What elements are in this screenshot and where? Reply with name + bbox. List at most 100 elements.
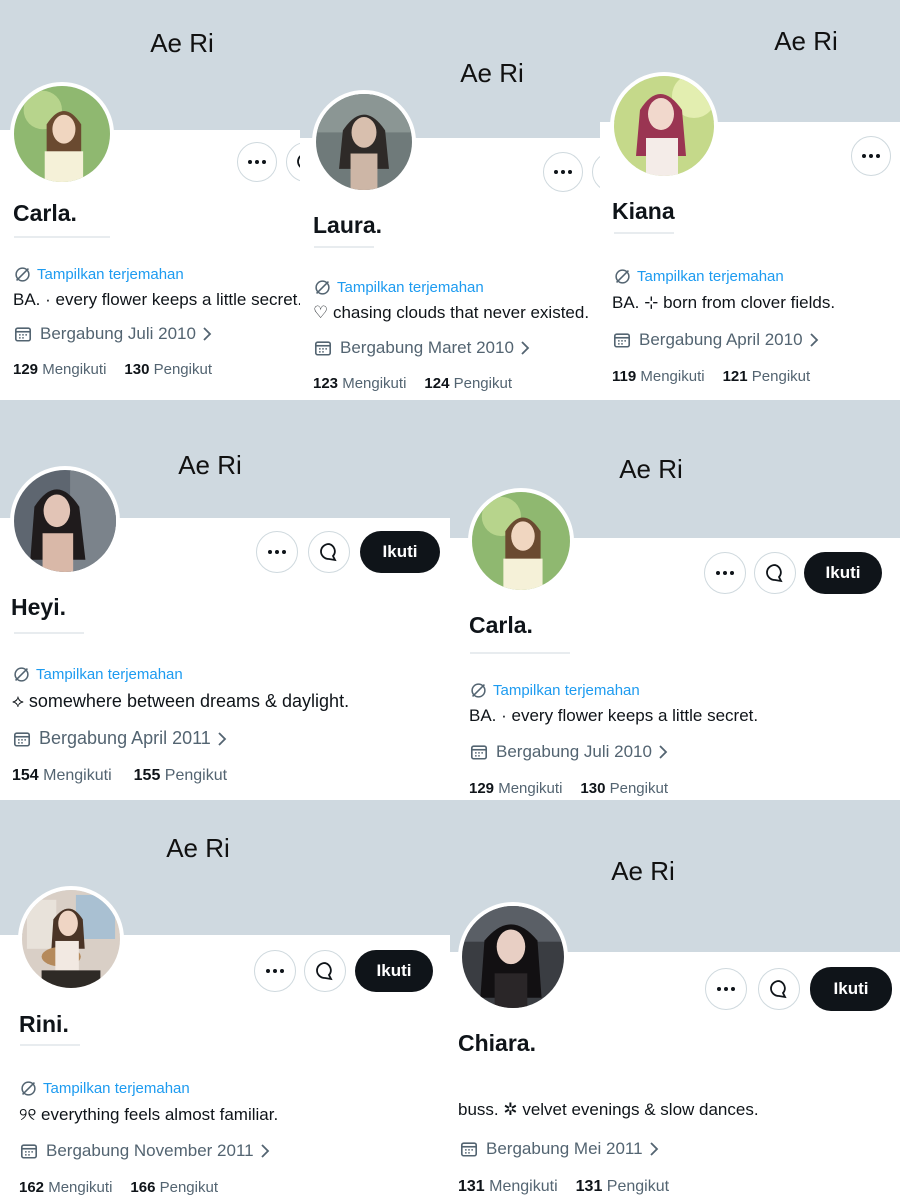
joined-date[interactable]: Bergabung November 2011	[20, 1141, 270, 1161]
message-button[interactable]	[758, 968, 800, 1010]
following-count: 131	[458, 1178, 485, 1195]
translate-link[interactable]: Tampilkan terjemahan	[470, 682, 640, 699]
handle-placeholder	[14, 632, 84, 634]
translate-label: Tampilkan terjemahan	[637, 268, 784, 285]
following-label: Mengikuti	[640, 368, 705, 385]
joined-date[interactable]: Bergabung Juli 2010	[470, 742, 668, 762]
follow-button[interactable]: Ikuti	[804, 552, 882, 594]
followers-link[interactable]: 124 Pengikut	[424, 375, 512, 392]
avatar[interactable]	[312, 90, 416, 194]
translate-link[interactable]: Tampilkan terjemahan	[14, 266, 184, 283]
more-button[interactable]	[256, 531, 298, 573]
followers-link[interactable]: 166 Pengikut	[130, 1179, 218, 1196]
translate-link[interactable]: Tampilkan terjemahan	[13, 666, 183, 683]
calendar-icon	[14, 327, 32, 342]
more-button[interactable]	[254, 950, 296, 992]
follow-button[interactable]: Ikuti	[360, 531, 440, 573]
following-count: 119	[612, 368, 637, 385]
message-button[interactable]	[308, 531, 350, 573]
followers-link[interactable]: 155 Pengikut	[134, 767, 227, 784]
avatar[interactable]	[18, 886, 124, 992]
more-button[interactable]	[704, 552, 746, 594]
following-count: 123	[313, 375, 339, 392]
handle-placeholder	[314, 246, 374, 248]
more-button[interactable]	[237, 142, 277, 182]
chevron-right-icon	[649, 1142, 658, 1156]
message-button[interactable]	[304, 950, 346, 992]
follow-stats: 131 Mengikuti 131 Pengikut	[458, 1178, 669, 1196]
banner-title: Ae Ri	[166, 833, 230, 863]
message-button[interactable]	[286, 142, 300, 182]
profile-bio: buss. ✲ velvet evenings & slow dances.	[458, 1100, 759, 1119]
following-link[interactable]: 119 Mengikuti	[612, 368, 705, 385]
message-icon	[320, 543, 337, 562]
profile-bio: ♡ chasing clouds that never existed.	[313, 303, 590, 322]
message-button[interactable]	[592, 152, 600, 192]
more-button[interactable]	[705, 968, 747, 1010]
chevron-right-icon	[521, 341, 530, 355]
joined-date[interactable]: Bergabung Mei 2011	[460, 1139, 659, 1159]
following-link[interactable]: 123 Mengikuti	[313, 375, 406, 392]
joined-date[interactable]: Bergabung Maret 2010	[314, 338, 530, 358]
followers-label: Pengikut	[609, 780, 668, 797]
profile-bio: BA. · every flower keeps a little secret…	[469, 706, 759, 725]
followers-link[interactable]: 130 Pengikut	[124, 361, 212, 378]
translate-link[interactable]: Tampilkan terjemahan	[614, 268, 784, 285]
avatar[interactable]	[610, 72, 718, 180]
calendar-icon	[20, 1144, 38, 1159]
following-label: Mengikuti	[43, 767, 112, 784]
following-count: 154	[12, 767, 39, 784]
joined-date[interactable]: Bergabung April 2010	[613, 330, 819, 350]
banner-title: Ae Ri	[150, 28, 214, 58]
following-link[interactable]: 131 Mengikuti	[458, 1178, 558, 1195]
joined-label: Bergabung Maret 2010	[340, 338, 514, 357]
followers-count: 130	[580, 780, 606, 797]
avatar[interactable]	[468, 488, 574, 594]
followers-link[interactable]: 121 Pengikut	[723, 368, 811, 385]
more-icon	[862, 154, 880, 158]
profile-bio: BA. ⊹ born from clover fields.	[612, 293, 836, 312]
message-button[interactable]	[754, 552, 796, 594]
translate-icon	[15, 267, 30, 282]
follow-button[interactable]: Ikuti	[355, 950, 433, 992]
joined-label: Bergabung Juli 2010	[40, 324, 196, 343]
follow-stats: 119 Mengikuti 121 Pengikut	[612, 368, 810, 385]
following-link[interactable]: 162 Mengikuti	[19, 1179, 112, 1196]
translate-link[interactable]: Tampilkan terjemahan	[20, 1080, 190, 1097]
translate-link[interactable]: Tampilkan terjemahan	[314, 279, 484, 296]
followers-link[interactable]: 130 Pengikut	[580, 780, 668, 797]
joined-label: Bergabung April 2010	[639, 330, 803, 349]
translate-label: Tampilkan terjemahan	[493, 682, 640, 699]
avatar[interactable]	[10, 466, 120, 576]
following-count: 162	[19, 1179, 45, 1196]
banner-title: Ae Ri	[178, 450, 242, 480]
followers-link[interactable]: 131 Pengikut	[576, 1178, 669, 1195]
avatar[interactable]	[458, 902, 568, 1012]
profile-card-carla-2: Ae Ri Ikuti Carla. Tampilkan terjemahan …	[450, 400, 900, 800]
more-icon	[248, 160, 266, 164]
more-icon	[554, 170, 572, 174]
profile-card-kiana: Ae Ri Kiana Tampilkan terjemahan BA. ⊹ b…	[600, 0, 900, 400]
profile-card-rini: Ae Ri Ikuti Rini. Tampilkan terjemahan ୨…	[0, 800, 450, 1200]
joined-date[interactable]: Bergabung April 2011	[13, 728, 227, 749]
handle-placeholder	[20, 1044, 80, 1046]
chevron-right-icon	[809, 333, 818, 347]
more-button[interactable]	[543, 152, 583, 192]
translate-icon	[615, 269, 630, 284]
followers-count: 166	[130, 1179, 156, 1196]
joined-date[interactable]: Bergabung Juli 2010	[14, 324, 212, 344]
joined-label: Bergabung Mei 2011	[486, 1139, 643, 1158]
banner-title: Ae Ri	[460, 58, 524, 88]
followers-label: Pengikut	[453, 375, 512, 392]
translate-icon	[315, 280, 330, 295]
translate-label: Tampilkan terjemahan	[43, 1080, 190, 1097]
profile-card-chiara: Ae Ri Ikuti Chiara. buss. ✲ velvet eveni…	[450, 800, 900, 1200]
more-button[interactable]	[851, 136, 891, 176]
profile-name: Chiara.	[458, 1030, 536, 1056]
avatar[interactable]	[10, 82, 114, 186]
following-link[interactable]: 154 Mengikuti	[12, 767, 112, 784]
follow-button[interactable]: Ikuti	[810, 967, 892, 1011]
following-link[interactable]: 129 Mengikuti	[13, 361, 106, 378]
profile-bio: ୨୧ everything feels almost familiar.	[19, 1105, 279, 1124]
following-link[interactable]: 129 Mengikuti	[469, 780, 562, 797]
